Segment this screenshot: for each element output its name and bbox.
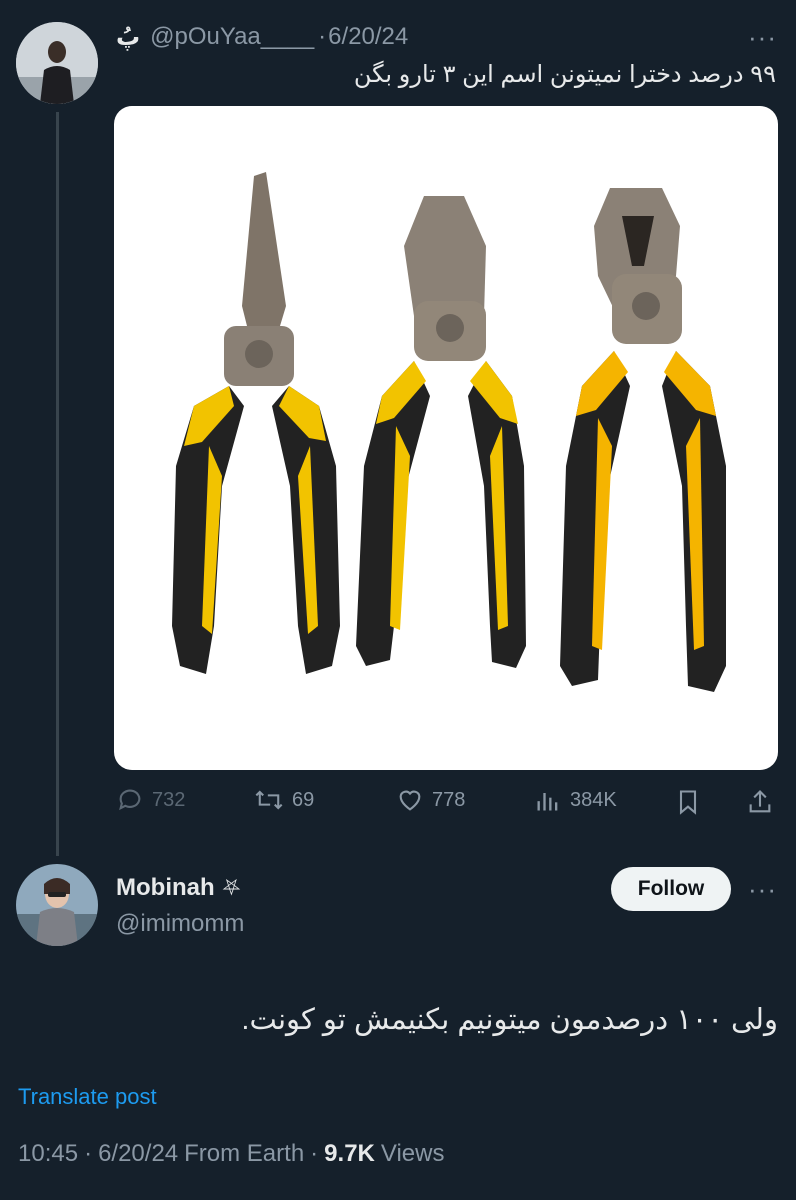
thread-line xyxy=(56,112,59,856)
like-count: 778 xyxy=(432,788,466,811)
reply-icon xyxy=(116,786,144,814)
more-options-icon[interactable]: ··· xyxy=(748,876,777,902)
tweet-source: From Earth xyxy=(184,1140,305,1167)
author-handle[interactable]: @imimomm xyxy=(116,910,244,938)
tweet-date[interactable]: 6/20/24 xyxy=(98,1140,178,1168)
retweet-icon xyxy=(254,786,284,814)
tweet-time[interactable]: 10:45 xyxy=(18,1140,78,1168)
author-name[interactable]: پُ xyxy=(116,23,140,52)
bookmark-icon[interactable] xyxy=(674,788,702,816)
tweet-metadata: 10:45 · 6/20/24 From Earth · 9.7K Views xyxy=(18,1140,444,1168)
views-button[interactable]: 384K xyxy=(534,786,617,814)
views-label: Views xyxy=(380,1140,445,1167)
tweet-text: ولی ۱۰۰ درصدمون میتونیم بکنیمش تو کونت. xyxy=(241,1004,778,1036)
author-name[interactable]: Mobinah xyxy=(116,874,215,902)
avatar-mobinah[interactable] xyxy=(16,864,98,946)
retweet-button[interactable]: 69 xyxy=(254,786,314,814)
reply-button[interactable]: 732 xyxy=(116,786,185,814)
tweet-date[interactable]: 6/20/24 xyxy=(328,23,408,51)
tweet-text: ۹۹ درصد دخترا نمیتونن اسم این ۳ تارو بگن xyxy=(353,61,776,88)
pliers-photo-icon xyxy=(172,172,726,692)
meta-separator: · xyxy=(310,1140,319,1167)
tweet-media-image[interactable] xyxy=(114,106,778,770)
like-button[interactable]: 778 xyxy=(396,786,465,814)
pentagram-badge-icon: ⛧ xyxy=(222,875,241,900)
more-options-icon[interactable]: ··· xyxy=(748,24,777,50)
views-count: 384K xyxy=(570,788,617,811)
share-icon[interactable] xyxy=(746,788,774,816)
retweet-count: 69 xyxy=(292,788,315,811)
translate-post-link[interactable]: Translate post xyxy=(18,1084,157,1110)
heart-icon xyxy=(396,786,424,814)
avatar-pouyaa[interactable] xyxy=(16,22,98,104)
views-chart-icon xyxy=(534,786,562,814)
follow-button[interactable]: Follow xyxy=(611,867,731,911)
meta-separator: · xyxy=(84,1140,93,1167)
meta-separator: · xyxy=(318,23,327,50)
views-count: 9.7K xyxy=(324,1140,375,1167)
author-handle[interactable]: @pOuYaa____ xyxy=(150,23,314,51)
reply-count: 732 xyxy=(152,788,186,811)
